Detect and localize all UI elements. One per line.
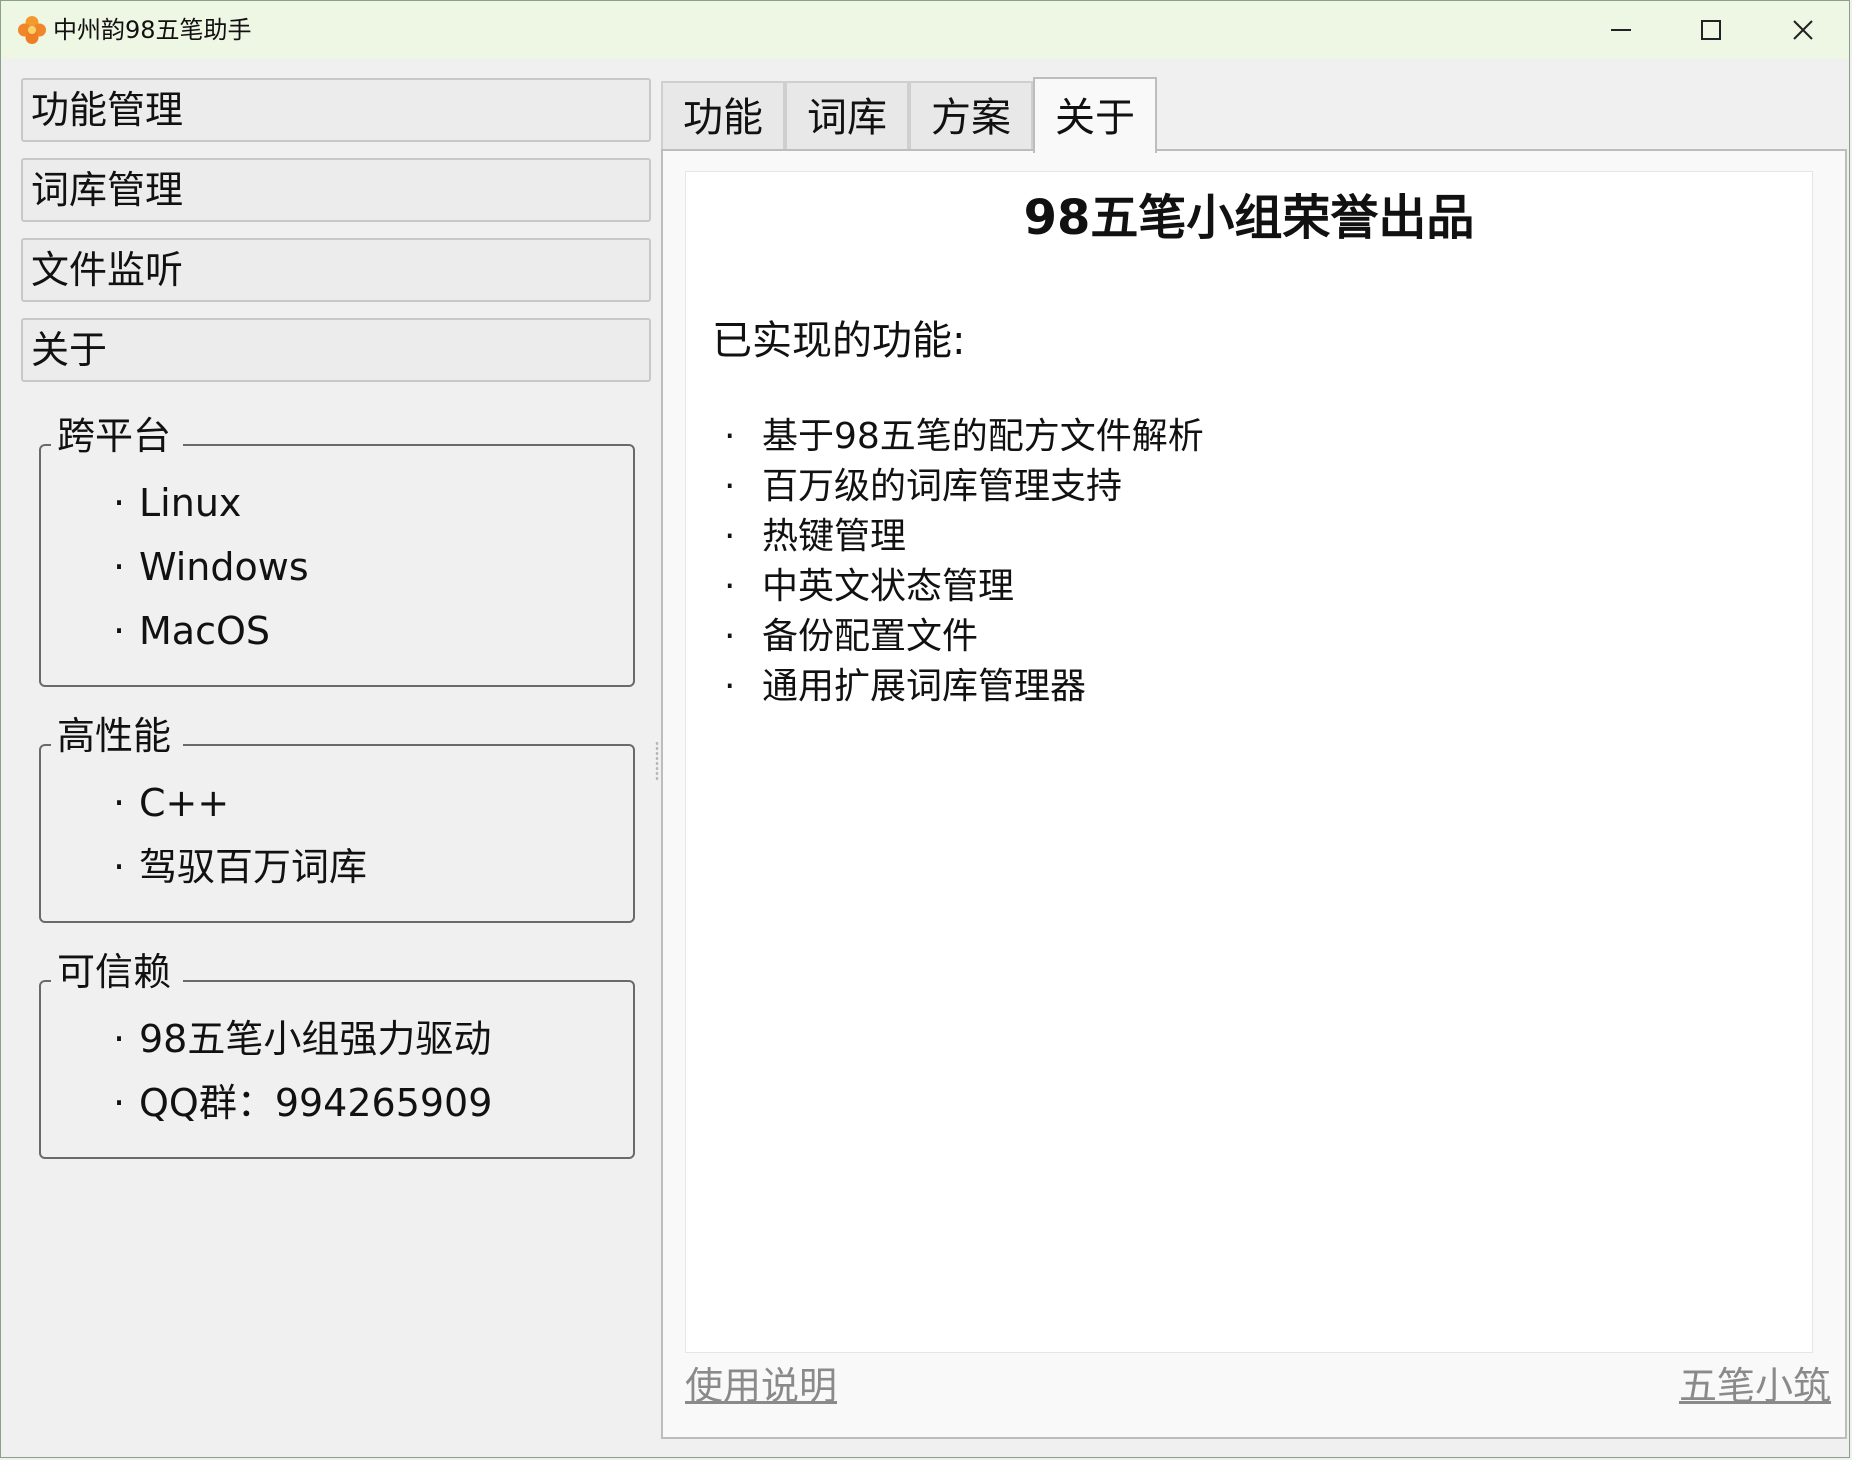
group-trustworthy: 可信赖 · 98五笔小组强力驱动 · QQ群：994265909 [39,946,635,1159]
group-title: 高性能 [51,710,184,762]
feature-item: · 百万级的词库管理支持 [724,466,1123,507]
list-item: · Windows [113,545,309,589]
list-item: · QQ群：994265909 [113,1081,493,1125]
site-link[interactable]: 五笔小筑 [1679,1361,1831,1411]
list-item: · 驾驭百万词库 [113,845,368,889]
splitter-handle[interactable] [655,741,659,781]
title-bar[interactable]: 中州韵98五笔助手 [1,1,1849,59]
feature-item: · 热键管理 [724,516,907,557]
tab-dictionary[interactable]: 词库 [785,81,909,151]
tab-pane-about: 98五笔小组荣誉出品 已实现的功能: · 基于98五笔的配方文件解析 · 百万级的词… [661,149,1847,1439]
maximize-icon [1699,18,1723,42]
group-cross-platform: 跨平台 · Linux · Windows · MacOS [39,410,635,687]
group-title: 跨平台 [51,410,184,462]
group-high-performance: 高性能 · C++ · 驾驭百万词库 [39,710,635,923]
nav-button-feature-management[interactable]: 功能管理 [21,78,651,142]
features-heading: 已实现的功能: [712,318,966,364]
orange-flower-icon [17,15,47,45]
nav-button-file-watch[interactable]: 文件监听 [21,238,651,302]
feature-item: · 基于98五笔的配方文件解析 [724,416,1204,457]
feature-item: · 中英文状态管理 [724,566,1015,607]
minimize-icon [1609,18,1633,42]
close-button[interactable] [1757,1,1849,59]
feature-item: · 通用扩展词库管理器 [724,666,1087,707]
feature-item: · 备份配置文件 [724,616,979,657]
list-item: · Linux [113,481,242,525]
list-item: · MacOS [113,609,270,653]
about-content: 98五笔小组荣誉出品 已实现的功能: · 基于98五笔的配方文件解析 · 百万级的词… [685,171,1813,1353]
tab-features[interactable]: 功能 [661,81,785,151]
minimize-button[interactable] [1575,1,1667,59]
list-item: · 98五笔小组强力驱动 [113,1017,492,1061]
list-item: · C++ [113,781,230,825]
about-title: 98五笔小组荣誉出品 [1023,190,1475,246]
close-icon [1791,18,1815,42]
help-link[interactable]: 使用说明 [685,1361,837,1411]
window-title: 中州韵98五笔助手 [53,16,252,44]
tab-scheme[interactable]: 方案 [909,81,1033,151]
nav-button-about[interactable]: 关于 [21,318,651,382]
nav-button-dictionary-management[interactable]: 词库管理 [21,158,651,222]
tab-about[interactable]: 关于 [1033,77,1157,153]
maximize-button[interactable] [1665,1,1757,59]
app-window: 中州韵98五笔助手 功能管理 词库管理 文件监听 关于 跨平台 · Linux ·… [0,0,1850,1458]
group-title: 可信赖 [51,946,184,998]
